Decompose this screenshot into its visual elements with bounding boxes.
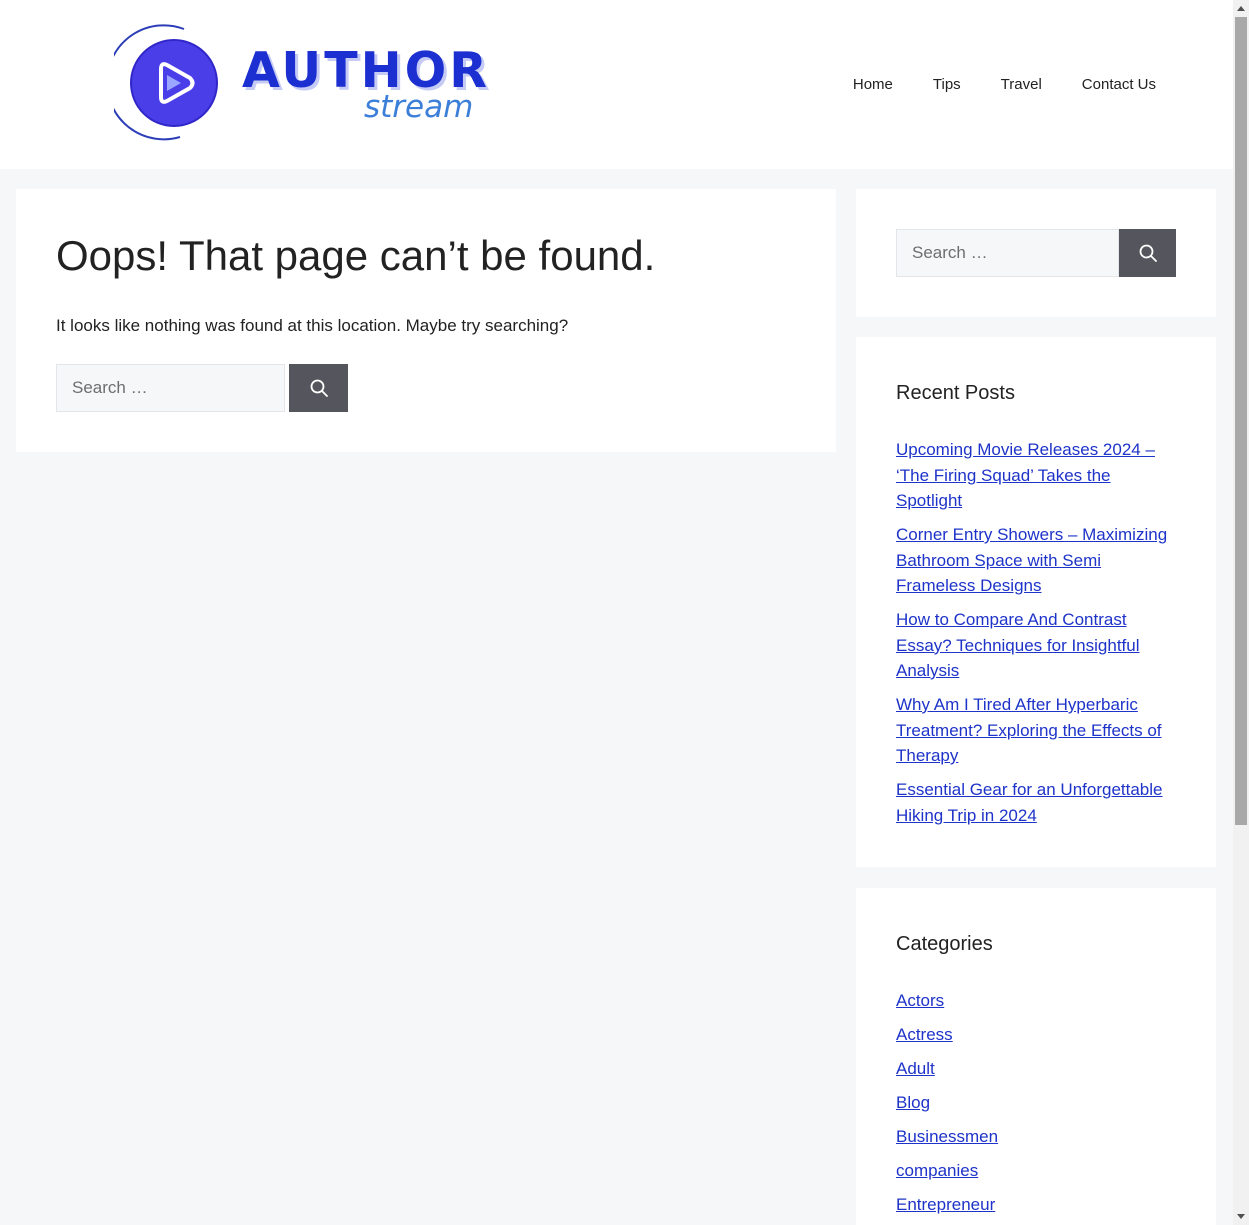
list-item: Blog [896,1090,1181,1116]
recent-posts-list: Upcoming Movie Releases 2024 – ‘The Firi… [896,437,1181,837]
sidebar-search-widget [856,189,1216,317]
scroll-down-button[interactable] [1233,1209,1249,1225]
list-item: Why Am I Tired After Hyperbaric Treatmen… [896,692,1181,769]
categories-widget: Categories Actors Actress Adult Blog Bus… [856,888,1216,1225]
list-item: Actress [896,1022,1181,1048]
sidebar-search-button[interactable] [1119,229,1176,277]
site-header: AUTHOR stream Home Tips Travel Contact U… [0,0,1233,169]
list-item: Adult [896,1056,1181,1082]
category-link-entrepreneur[interactable]: Entrepreneur [896,1195,995,1214]
category-link-businessmen[interactable]: Businessmen [896,1127,998,1146]
main-search-form [56,364,348,412]
arrow-down-icon [1237,1214,1245,1219]
list-item: Upcoming Movie Releases 2024 – ‘The Firi… [896,437,1181,514]
main-search-button[interactable] [289,364,348,412]
list-item: Entrepreneur [896,1192,1181,1218]
not-found-message: It looks like nothing was found at this … [56,316,569,335]
category-link-actress[interactable]: Actress [896,1025,953,1044]
sidebar-search-form [896,229,1176,277]
main-nav: Home Tips Travel Contact Us [813,74,1156,96]
list-item: Essential Gear for an Unforgettable Hiki… [896,777,1181,828]
recent-post-link[interactable]: Corner Entry Showers – Maximizing Bathro… [896,525,1167,595]
nav-item-tips[interactable]: Tips [933,74,961,96]
list-item: How to Compare And Contrast Essay? Techn… [896,607,1181,684]
search-icon [1139,244,1157,262]
category-link-adult[interactable]: Adult [896,1059,935,1078]
nav-item-home[interactable]: Home [853,74,893,96]
categories-list: Actors Actress Adult Blog Businessmen co… [896,988,1181,1225]
nav-item-contact-us[interactable]: Contact Us [1082,74,1156,96]
list-item: Businessmen [896,1124,1181,1150]
not-found-card: Oops! That page can’t be found. It looks… [16,189,836,452]
sidebar-search-input[interactable] [896,229,1119,277]
recent-post-link[interactable]: Upcoming Movie Releases 2024 – ‘The Firi… [896,440,1155,510]
site-logo[interactable]: AUTHOR stream [114,24,494,142]
scroll-thumb[interactable] [1235,17,1247,825]
search-icon [310,379,328,397]
recent-post-link[interactable]: Essential Gear for an Unforgettable Hiki… [896,780,1162,825]
page-title: Oops! That page can’t be found. [56,232,656,279]
scroll-up-button[interactable] [1233,0,1249,16]
category-link-companies[interactable]: companies [896,1161,978,1180]
logo-wordmark: AUTHOR [242,42,491,99]
main-search-input[interactable] [56,364,285,412]
recent-post-link[interactable]: Why Am I Tired After Hyperbaric Treatmen… [896,695,1162,765]
categories-title: Categories [896,933,993,955]
recent-posts-title: Recent Posts [896,382,1015,404]
arrow-up-icon [1237,6,1245,11]
category-link-actors[interactable]: Actors [896,991,944,1010]
list-item: Corner Entry Showers – Maximizing Bathro… [896,522,1181,599]
category-link-blog[interactable]: Blog [896,1093,930,1112]
recent-post-link[interactable]: How to Compare And Contrast Essay? Techn… [896,610,1140,680]
page: AUTHOR stream Home Tips Travel Contact U… [0,0,1233,1225]
recent-posts-widget: Recent Posts Upcoming Movie Releases 202… [856,337,1216,867]
nav-item-travel[interactable]: Travel [1001,74,1042,96]
list-item: companies [896,1158,1181,1184]
list-item: Actors [896,988,1181,1014]
logo-subtitle: stream [364,89,474,125]
logo-play-icon [114,24,218,141]
vertical-scrollbar[interactable] [1233,0,1249,1225]
